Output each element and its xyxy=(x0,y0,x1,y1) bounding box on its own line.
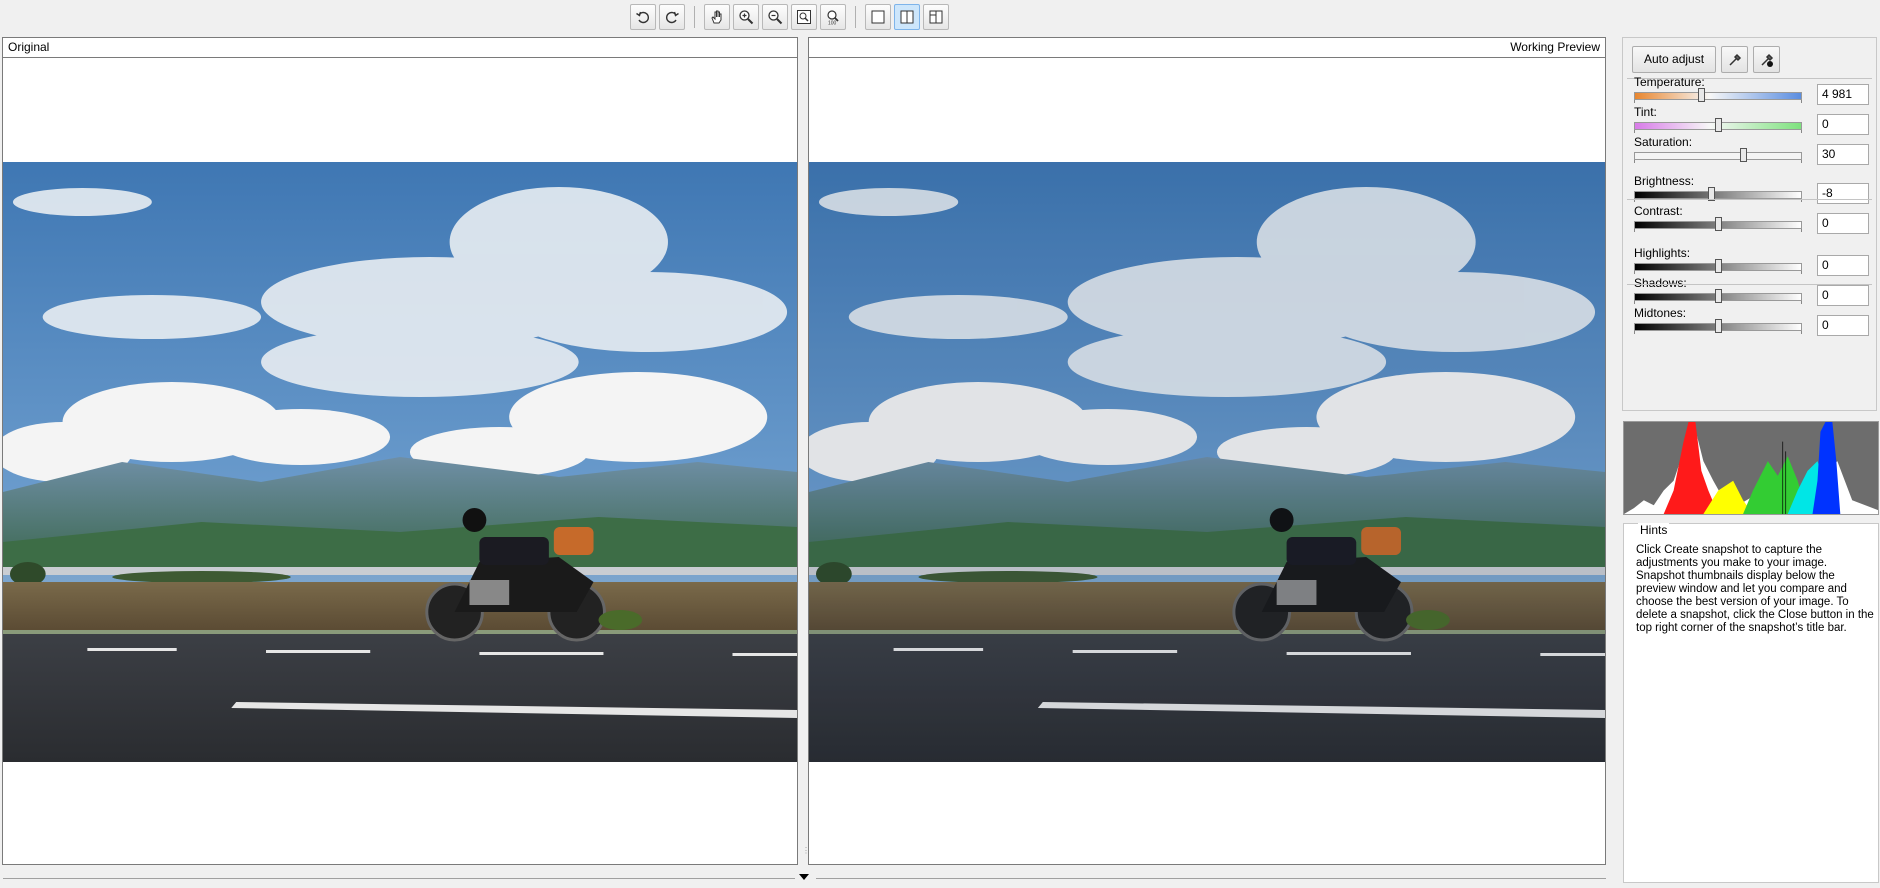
slider-thumb[interactable] xyxy=(1715,217,1722,231)
rotate-ccw-icon xyxy=(636,11,649,24)
separator xyxy=(1627,199,1872,200)
hand-icon xyxy=(711,10,722,24)
toolbar-separator xyxy=(694,6,695,28)
eyedropper-icon xyxy=(1729,53,1741,66)
working-preview-title: Working Preview xyxy=(809,38,1605,58)
working-preview-pane[interactable]: Working Preview xyxy=(808,37,1606,865)
slider-thumb[interactable] xyxy=(1698,88,1706,102)
zoom-in-icon xyxy=(739,10,754,25)
slider-track[interactable] xyxy=(1634,92,1802,100)
slider-row: Contrast: 0 xyxy=(1634,204,1874,240)
slider-track[interactable] xyxy=(1634,191,1802,199)
hints-title: Hints xyxy=(1638,523,1670,537)
fit-icon xyxy=(797,10,811,24)
eyedropper-fill-icon xyxy=(1761,53,1773,67)
split-vertical-view-button[interactable] xyxy=(923,4,949,30)
slider-label: Saturation: xyxy=(1634,135,1693,149)
slider-row: Saturation: 30 xyxy=(1634,135,1874,171)
zoom-100-label: 100 xyxy=(828,21,837,26)
snapshot-divider-left xyxy=(3,878,795,879)
slider-value-input[interactable]: 0 xyxy=(1817,255,1869,276)
split-pane-icon xyxy=(900,10,914,24)
single-pane-icon xyxy=(871,10,885,24)
slider-label: Brightness: xyxy=(1634,174,1695,188)
slider-thumb[interactable] xyxy=(1715,319,1722,333)
slider-value-input[interactable]: 0 xyxy=(1817,114,1869,135)
split-vertical-icon xyxy=(929,10,943,24)
split-view-button[interactable] xyxy=(894,4,920,30)
zoom-out-button[interactable] xyxy=(762,4,788,30)
rotate-cw-icon xyxy=(666,11,679,24)
pan-button[interactable] xyxy=(704,4,730,30)
slider-value-input[interactable]: 0 xyxy=(1817,285,1869,306)
snapshot-divider-right xyxy=(816,878,1606,879)
toolbar-separator xyxy=(855,6,856,28)
actual-size-button[interactable]: 100 xyxy=(820,4,846,30)
rotate-right-button[interactable] xyxy=(659,4,685,30)
slider-thumb[interactable] xyxy=(1740,148,1748,162)
slider-label: Contrast: xyxy=(1634,204,1683,218)
hints-text: Click Create snapshot to capture the adj… xyxy=(1636,544,1874,634)
slider-ticks xyxy=(1634,100,1802,103)
auto-adjust-row: Auto adjust xyxy=(1623,38,1876,73)
slider-track[interactable] xyxy=(1634,152,1802,160)
working-preview-image xyxy=(809,162,1605,762)
adjustment-panel: Auto adjust Temperature: 4 981 Tint: 0 Satur… xyxy=(1622,37,1877,411)
slider-label: Tint: xyxy=(1634,105,1657,119)
slider-value-input[interactable]: 4 981 xyxy=(1817,84,1869,105)
slider-label: Temperature: xyxy=(1634,75,1705,89)
slider-value-input[interactable]: -8 xyxy=(1817,183,1869,204)
white-point-picker-button[interactable] xyxy=(1721,46,1749,73)
slider-value-input[interactable]: 0 xyxy=(1817,315,1869,336)
separator xyxy=(1627,284,1872,285)
zoom-out-icon xyxy=(768,10,783,25)
slider-value-input[interactable]: 30 xyxy=(1817,144,1869,165)
original-pane[interactable]: Original xyxy=(2,37,798,865)
slider-ticks xyxy=(1634,160,1802,163)
collapse-snapshots-icon[interactable] xyxy=(799,874,809,880)
slider-thumb[interactable] xyxy=(1715,259,1722,273)
zoom-in-button[interactable] xyxy=(733,4,759,30)
zoom-100-icon: 100 xyxy=(827,10,839,26)
toolbar: 100 xyxy=(630,3,949,31)
original-image xyxy=(3,162,797,762)
slider-label: Midtones: xyxy=(1634,306,1687,320)
slider-thumb[interactable] xyxy=(1715,118,1722,132)
slider-row: Midtones: 0 xyxy=(1634,306,1874,342)
slider-thumb[interactable] xyxy=(1715,289,1722,303)
hints-box: Hints Click Create snapshot to capture t… xyxy=(1623,523,1879,883)
slider-value-input[interactable]: 0 xyxy=(1817,213,1869,234)
fit-window-button[interactable] xyxy=(791,4,817,30)
histogram xyxy=(1623,421,1879,515)
slider-label: Highlights: xyxy=(1634,246,1691,260)
gray-point-picker-button[interactable] xyxy=(1753,46,1781,73)
single-view-button[interactable] xyxy=(865,4,891,30)
rotate-left-button[interactable] xyxy=(630,4,656,30)
auto-adjust-button[interactable]: Auto adjust xyxy=(1632,46,1717,73)
slider-label: Shadows: xyxy=(1634,276,1687,290)
original-pane-title: Original xyxy=(3,38,797,58)
